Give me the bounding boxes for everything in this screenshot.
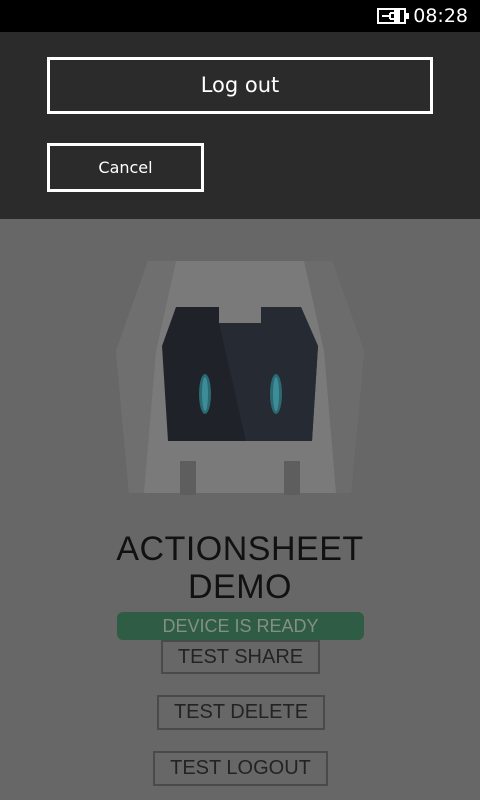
test-logout-button[interactable]: TEST LOGOUT [153,751,328,786]
action-sheet: Log out Cancel [0,32,480,219]
status-bar: 08:28 [0,0,480,32]
test-share-button[interactable]: TEST SHARE [161,640,320,674]
cordova-robot-icon [116,261,364,495]
app-content: ACTIONSHEET DEMO DEVICE IS READY TEST SH… [0,219,480,800]
title-line-1: ACTIONSHEET [116,530,364,568]
title-line-2: DEMO [188,568,292,606]
cancel-button[interactable]: Cancel [47,143,204,192]
page-title: ACTIONSHEET DEMO [0,530,480,606]
test-delete-button[interactable]: TEST DELETE [157,695,325,730]
battery-charging-icon [377,8,409,24]
device-ready-badge: DEVICE IS READY [117,612,364,640]
status-time: 08:28 [413,5,468,27]
logout-button[interactable]: Log out [47,57,433,114]
